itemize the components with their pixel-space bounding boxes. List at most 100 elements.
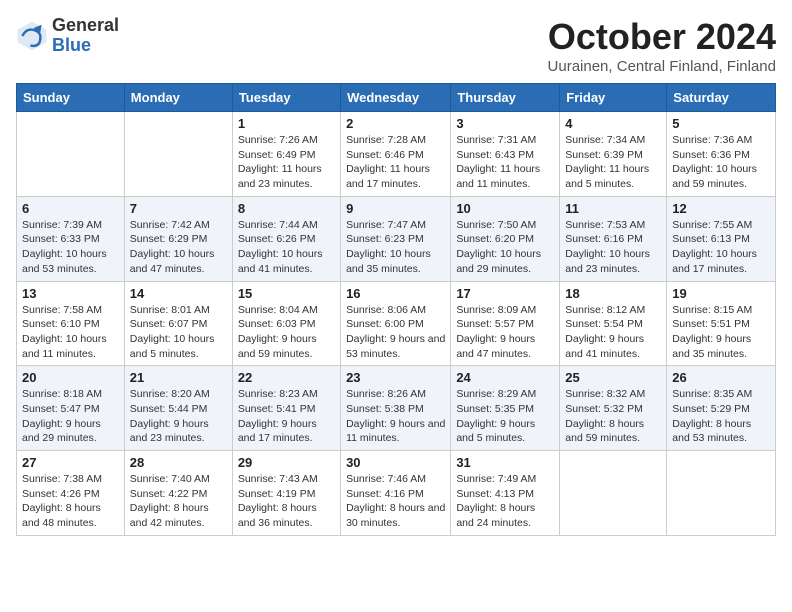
calendar-day-cell: 8 Sunrise: 7:44 AMSunset: 6:26 PMDaylight…	[232, 196, 340, 281]
day-detail: Sunrise: 8:23 AMSunset: 5:41 PMDaylight:…	[238, 387, 335, 446]
calendar-day-cell: 25 Sunrise: 8:32 AMSunset: 5:32 PMDayligh…	[560, 366, 667, 451]
calendar: SundayMondayTuesdayWednesdayThursdayFrid…	[16, 83, 776, 536]
day-detail: Sunrise: 7:53 AMSunset: 6:16 PMDaylight:…	[565, 218, 661, 277]
day-number: 7	[130, 201, 227, 216]
day-detail: Sunrise: 8:01 AMSunset: 6:07 PMDaylight:…	[130, 303, 227, 362]
day-detail: Sunrise: 7:34 AMSunset: 6:39 PMDaylight:…	[565, 133, 661, 192]
calendar-day-cell: 14Sunrise: 8:01 AMSunset: 6:07 PMDayligh…	[124, 281, 232, 366]
location-title: Uurainen, Central Finland, Finland	[548, 58, 776, 75]
day-detail: Sunrise: 7:42 AMSunset: 6:29 PMDaylight:…	[130, 218, 227, 277]
day-number: 9	[346, 201, 445, 216]
day-number: 29	[238, 455, 335, 470]
day-detail: Sunrise: 7:58 AMSunset: 6:10 PMDaylight:…	[22, 303, 119, 362]
day-number: 19	[672, 286, 770, 301]
day-detail: Sunrise: 7:36 AMSunset: 6:36 PMDaylight:…	[672, 133, 770, 192]
calendar-week-row: 13Sunrise: 7:58 AMSunset: 6:10 PMDayligh…	[17, 281, 776, 366]
day-detail: Sunrise: 8:09 AMSunset: 5:57 PMDaylight:…	[456, 303, 554, 362]
calendar-day-cell: 24Sunrise: 8:29 AMSunset: 5:35 PMDayligh…	[451, 366, 560, 451]
day-number: 31	[456, 455, 554, 470]
calendar-day-cell: 3 Sunrise: 7:31 AMSunset: 6:43 PMDaylight…	[451, 112, 560, 197]
day-detail: Sunrise: 7:49 AMSunset: 4:13 PMDaylight:…	[456, 472, 554, 531]
day-detail: Sunrise: 8:15 AMSunset: 5:51 PMDaylight:…	[672, 303, 770, 362]
logo: General Blue	[16, 16, 119, 56]
day-detail: Sunrise: 7:55 AMSunset: 6:13 PMDaylight:…	[672, 218, 770, 277]
day-detail: Sunrise: 7:46 AMSunset: 4:16 PMDaylight:…	[346, 472, 445, 531]
day-detail: Sunrise: 8:32 AMSunset: 5:32 PMDaylight:…	[565, 387, 661, 446]
day-detail: Sunrise: 7:44 AMSunset: 6:26 PMDaylight:…	[238, 218, 335, 277]
day-detail: Sunrise: 8:04 AMSunset: 6:03 PMDaylight:…	[238, 303, 335, 362]
day-number: 23	[346, 370, 445, 385]
calendar-day-cell: 27Sunrise: 7:38 AMSunset: 4:26 PMDayligh…	[17, 451, 125, 536]
calendar-day-cell: 4 Sunrise: 7:34 AMSunset: 6:39 PMDaylight…	[560, 112, 667, 197]
calendar-day-cell: 10 Sunrise: 7:50 AMSunset: 6:20 PMDayligh…	[451, 196, 560, 281]
day-number: 28	[130, 455, 227, 470]
calendar-day-cell: 12 Sunrise: 7:55 AMSunset: 6:13 PMDayligh…	[667, 196, 776, 281]
weekday-header: Tuesday	[232, 84, 340, 112]
day-detail: Sunrise: 8:06 AMSunset: 6:00 PMDaylight:…	[346, 303, 445, 362]
day-number: 8	[238, 201, 335, 216]
day-number: 10	[456, 201, 554, 216]
logo-text: General Blue	[52, 16, 119, 56]
calendar-day-cell: 23 Sunrise: 8:26 AMSunset: 5:38 PMDayligh…	[341, 366, 451, 451]
day-detail: Sunrise: 7:40 AMSunset: 4:22 PMDaylight:…	[130, 472, 227, 531]
day-number: 25	[565, 370, 661, 385]
day-number: 1	[238, 116, 335, 131]
calendar-week-row: 27Sunrise: 7:38 AMSunset: 4:26 PMDayligh…	[17, 451, 776, 536]
calendar-day-cell: 22Sunrise: 8:23 AMSunset: 5:41 PMDayligh…	[232, 366, 340, 451]
calendar-day-cell: 13Sunrise: 7:58 AMSunset: 6:10 PMDayligh…	[17, 281, 125, 366]
calendar-day-cell: 15Sunrise: 8:04 AMSunset: 6:03 PMDayligh…	[232, 281, 340, 366]
weekday-header: Friday	[560, 84, 667, 112]
calendar-day-cell: 19 Sunrise: 8:15 AMSunset: 5:51 PMDayligh…	[667, 281, 776, 366]
calendar-day-cell: 11 Sunrise: 7:53 AMSunset: 6:16 PMDayligh…	[560, 196, 667, 281]
calendar-day-cell: 1Sunrise: 7:26 AMSunset: 6:49 PMDaylight…	[232, 112, 340, 197]
calendar-day-cell: 31 Sunrise: 7:49 AMSunset: 4:13 PMDayligh…	[451, 451, 560, 536]
day-number: 6	[22, 201, 119, 216]
day-number: 12	[672, 201, 770, 216]
day-number: 3	[456, 116, 554, 131]
calendar-day-cell	[667, 451, 776, 536]
day-detail: Sunrise: 8:18 AMSunset: 5:47 PMDaylight:…	[22, 387, 119, 446]
day-detail: Sunrise: 7:50 AMSunset: 6:20 PMDaylight:…	[456, 218, 554, 277]
calendar-day-cell	[560, 451, 667, 536]
weekday-header: Wednesday	[341, 84, 451, 112]
day-number: 17	[456, 286, 554, 301]
calendar-day-cell: 17 Sunrise: 8:09 AMSunset: 5:57 PMDayligh…	[451, 281, 560, 366]
calendar-day-cell: 28 Sunrise: 7:40 AMSunset: 4:22 PMDayligh…	[124, 451, 232, 536]
day-number: 30	[346, 455, 445, 470]
day-detail: Sunrise: 7:39 AMSunset: 6:33 PMDaylight:…	[22, 218, 119, 277]
calendar-day-cell	[17, 112, 125, 197]
day-number: 2	[346, 116, 445, 131]
calendar-day-cell: 26 Sunrise: 8:35 AMSunset: 5:29 PMDayligh…	[667, 366, 776, 451]
day-number: 18	[565, 286, 661, 301]
calendar-day-cell: 21 Sunrise: 8:20 AMSunset: 5:44 PMDayligh…	[124, 366, 232, 451]
day-number: 21	[130, 370, 227, 385]
day-detail: Sunrise: 7:31 AMSunset: 6:43 PMDaylight:…	[456, 133, 554, 192]
calendar-day-cell: 20Sunrise: 8:18 AMSunset: 5:47 PMDayligh…	[17, 366, 125, 451]
day-detail: Sunrise: 8:12 AMSunset: 5:54 PMDaylight:…	[565, 303, 661, 362]
calendar-day-cell	[124, 112, 232, 197]
title-area: October 2024 Uurainen, Central Finland, …	[548, 16, 776, 75]
day-detail: Sunrise: 8:35 AMSunset: 5:29 PMDaylight:…	[672, 387, 770, 446]
day-detail: Sunrise: 8:20 AMSunset: 5:44 PMDaylight:…	[130, 387, 227, 446]
day-number: 4	[565, 116, 661, 131]
weekday-header: Thursday	[451, 84, 560, 112]
day-detail: Sunrise: 8:26 AMSunset: 5:38 PMDaylight:…	[346, 387, 445, 446]
day-detail: Sunrise: 7:43 AMSunset: 4:19 PMDaylight:…	[238, 472, 335, 531]
day-number: 5	[672, 116, 770, 131]
calendar-day-cell: 2 Sunrise: 7:28 AMSunset: 6:46 PMDaylight…	[341, 112, 451, 197]
day-number: 11	[565, 201, 661, 216]
weekday-header: Saturday	[667, 84, 776, 112]
calendar-header-row: SundayMondayTuesdayWednesdayThursdayFrid…	[17, 84, 776, 112]
calendar-day-cell: 9Sunrise: 7:47 AMSunset: 6:23 PMDaylight…	[341, 196, 451, 281]
day-detail: Sunrise: 7:28 AMSunset: 6:46 PMDaylight:…	[346, 133, 445, 192]
calendar-week-row: 6 Sunrise: 7:39 AMSunset: 6:33 PMDaylight…	[17, 196, 776, 281]
day-number: 26	[672, 370, 770, 385]
calendar-week-row: 20Sunrise: 8:18 AMSunset: 5:47 PMDayligh…	[17, 366, 776, 451]
calendar-day-cell: 5 Sunrise: 7:36 AMSunset: 6:36 PMDaylight…	[667, 112, 776, 197]
logo-icon	[16, 20, 48, 52]
day-detail: Sunrise: 7:38 AMSunset: 4:26 PMDaylight:…	[22, 472, 119, 531]
calendar-day-cell: 16Sunrise: 8:06 AMSunset: 6:00 PMDayligh…	[341, 281, 451, 366]
month-title: October 2024	[548, 16, 776, 58]
calendar-day-cell: 18 Sunrise: 8:12 AMSunset: 5:54 PMDayligh…	[560, 281, 667, 366]
calendar-day-cell: 6 Sunrise: 7:39 AMSunset: 6:33 PMDaylight…	[17, 196, 125, 281]
